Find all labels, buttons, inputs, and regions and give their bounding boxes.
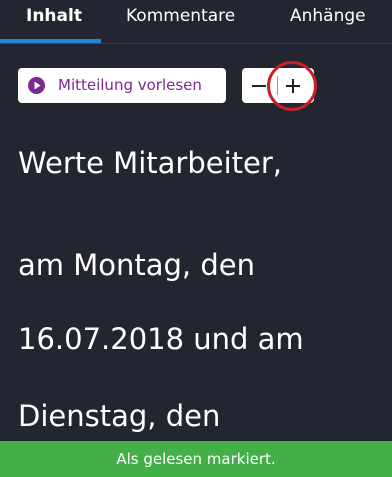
message-line: Werte Mitarbeiter, [18, 146, 282, 180]
plus-icon [286, 79, 300, 93]
status-toast: Als gelesen markiert. [0, 441, 392, 477]
minus-icon [252, 85, 266, 87]
read-aloud-button[interactable]: Mitteilung vorlesen [18, 68, 226, 103]
tab-kommentare[interactable]: Kommentare [126, 6, 235, 26]
message-line: 16.07.2018 und am [18, 322, 304, 356]
tab-bar: Inhalt Kommentare Anhänge [0, 0, 392, 44]
message-screen: Inhalt Kommentare Anhänge Mitteilung vor… [0, 0, 392, 477]
active-tab-indicator [0, 39, 101, 43]
text-size-controls [242, 68, 314, 103]
zoom-out-button[interactable] [242, 68, 278, 103]
tab-inhalt[interactable]: Inhalt [26, 6, 82, 26]
read-aloud-label: Mitteilung vorlesen [58, 76, 202, 94]
zoom-in-button[interactable] [278, 68, 314, 103]
message-line: Dienstag, den [18, 399, 221, 433]
message-line: am Montag, den [18, 248, 255, 282]
play-circle-icon [28, 77, 45, 94]
tab-anhaenge[interactable]: Anhänge [290, 6, 366, 26]
toast-text: Als gelesen markiert. [116, 450, 276, 468]
